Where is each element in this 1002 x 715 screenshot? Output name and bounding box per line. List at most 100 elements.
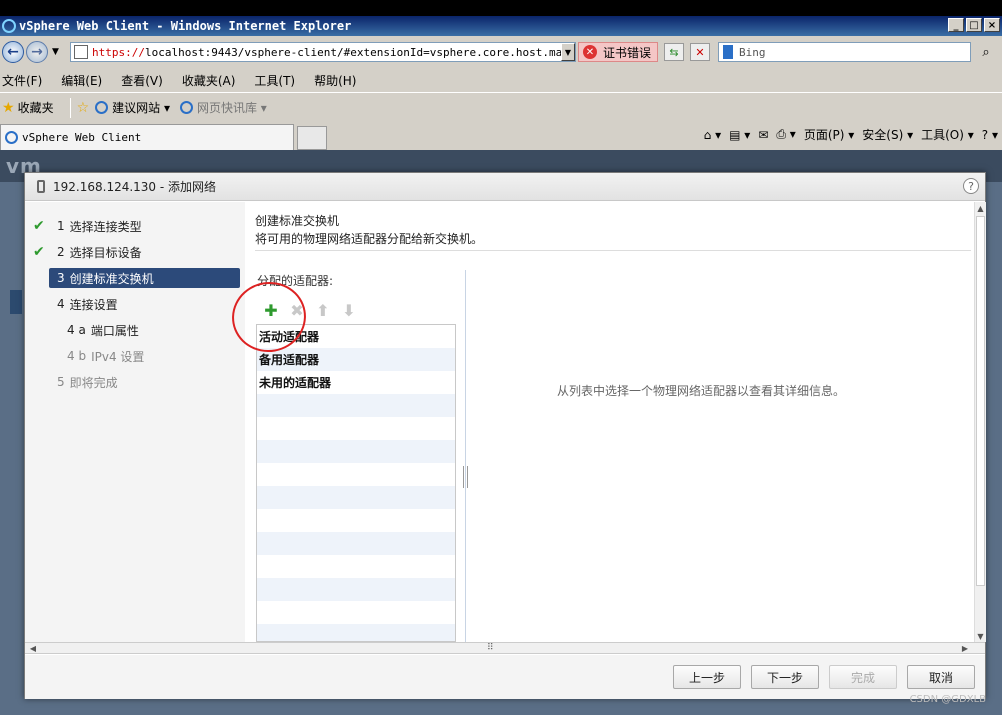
dialog-title: 192.168.124.130 - 添加网络 — [53, 180, 217, 194]
safety-menu[interactable]: 安全(S) ▾ — [862, 126, 913, 143]
check-icon: ✔ — [33, 244, 45, 260]
navigation-bar: ← → ▼ https:// localhost:9443/vsphere-cl… — [0, 36, 1002, 68]
list-item — [257, 532, 455, 555]
suggested-sites-link[interactable]: 建议网站 ▾ — [95, 99, 170, 116]
star-icon: ★ — [2, 99, 15, 116]
step-select-connection-type[interactable]: ✔ 1 选择连接类型 — [33, 216, 142, 236]
ie-logo-icon — [2, 19, 16, 33]
search-input[interactable]: Bing — [718, 42, 971, 62]
address-dropdown-icon[interactable]: ▼ — [561, 43, 575, 61]
list-item — [257, 578, 455, 601]
add-favorite-icon[interactable]: ☆ — [77, 100, 90, 116]
menu-file[interactable]: 文件(F) — [2, 72, 42, 89]
web-slice-gallery-link[interactable]: 网页快讯库 ▾ — [179, 99, 267, 116]
step-port-properties[interactable]: 4 a 端口属性 — [67, 320, 139, 340]
mail-icon[interactable]: ✉ — [758, 128, 768, 142]
menu-help[interactable]: 帮助(H) — [314, 72, 356, 89]
step-connection-settings[interactable]: 4 连接设置 — [57, 294, 118, 314]
move-up-icon[interactable]: ⬆ — [315, 301, 331, 320]
move-down-icon[interactable]: ⬇ — [341, 301, 357, 320]
scroll-right-icon[interactable]: ▶ — [959, 643, 971, 653]
dialog-header: 192.168.124.130 - 添加网络 ? — [25, 173, 985, 201]
scroll-thumb[interactable] — [976, 216, 985, 586]
web-slice-gallery-label: 网页快讯库 ▾ — [196, 101, 267, 115]
feeds-icon[interactable]: ▤ ▾ — [729, 128, 750, 142]
forward-icon[interactable]: → — [26, 41, 48, 63]
error-icon: ✕ — [583, 45, 597, 59]
resize-handle[interactable] — [463, 466, 468, 488]
vertical-scrollbar[interactable]: ▲ ▼ — [974, 202, 986, 642]
tools-menu[interactable]: 工具(O) ▾ — [921, 126, 974, 143]
command-bar: ⌂ ▾ ▤ ▾ ✉ ⎙ ▾ 页面(P) ▾ 安全(S) ▾ 工具(O) ▾ ? … — [696, 126, 1002, 143]
tab-vsphere[interactable]: vSphere Web Client — [0, 124, 294, 150]
dialog-footer: 上一步 下一步 完成 取消 — [25, 655, 985, 699]
window-titlebar: vSphere Web Client - Windows Internet Ex… — [0, 16, 1002, 36]
address-bar[interactable]: https:// localhost:9443/vsphere-client/#… — [70, 42, 576, 62]
minimize-button[interactable]: _ — [948, 18, 964, 32]
adapter-list[interactable]: 活动适配器 备用适配器 未用的适配器 — [256, 324, 456, 642]
horizontal-scrollbar[interactable]: ◀ ⠿ ▶ — [25, 642, 985, 654]
favorites-label: 收藏夹 — [17, 101, 54, 115]
host-icon — [37, 180, 45, 193]
search-icon[interactable]: ⌕ — [976, 43, 996, 61]
step-create-standard-switch[interactable]: 3 创建标准交换机 — [49, 268, 240, 288]
list-item-standby-adapters[interactable]: 备用适配器 — [257, 348, 455, 371]
finish-button: 完成 — [829, 665, 897, 689]
favorites-button[interactable]: ★ 收藏夹 — [2, 99, 54, 116]
scroll-up-icon[interactable]: ▲ — [975, 202, 986, 214]
stop-icon[interactable]: ✕ — [690, 43, 710, 61]
scroll-left-icon[interactable]: ◀ — [27, 643, 39, 653]
certificate-error-button[interactable]: ✕ 证书错误 — [578, 42, 658, 62]
next-button[interactable]: 下一步 — [751, 665, 819, 689]
menu-favorites[interactable]: 收藏夹(A) — [182, 72, 236, 89]
list-item — [257, 509, 455, 532]
menu-tools[interactable]: 工具(T) — [254, 72, 295, 89]
content-header: 创建标准交换机 将可用的物理网络适配器分配给新交换机。 — [255, 212, 483, 248]
panel-divider — [465, 270, 466, 642]
favorites-bar: ★ 收藏夹 ☆ 建议网站 ▾ 网页快讯库 ▾ — [0, 92, 1002, 122]
wizard-steps: ✔ 1 选择连接类型 ✔ 2 选择目标设备 3 创建标准交换机 4 连接设置 4… — [25, 202, 245, 642]
maximize-button[interactable]: □ — [966, 18, 982, 32]
check-icon: ✔ — [33, 218, 45, 234]
menu-edit[interactable]: 编辑(E) — [61, 72, 102, 89]
list-item — [257, 440, 455, 463]
scroll-grip-icon[interactable]: ⠿ — [487, 643, 494, 653]
ie-page-icon — [179, 101, 193, 114]
print-icon[interactable]: ⎙ ▾ — [776, 127, 795, 142]
help-menu-icon[interactable]: ? ▾ — [982, 128, 998, 142]
back-button[interactable]: 上一步 — [673, 665, 741, 689]
step-select-target-device[interactable]: ✔ 2 选择目标设备 — [33, 242, 142, 262]
help-icon[interactable]: ? — [963, 178, 979, 194]
tab-label: vSphere Web Client — [22, 131, 142, 144]
history-dropdown-icon[interactable]: ▼ — [52, 47, 59, 57]
separator — [69, 97, 71, 118]
back-icon[interactable]: ← — [2, 41, 24, 63]
list-item — [257, 486, 455, 509]
adapter-detail-placeholder: 从列表中选择一个物理网络适配器以查看其详细信息。 — [557, 384, 846, 398]
close-button[interactable]: × — [984, 18, 1000, 32]
new-tab-button[interactable] — [297, 126, 327, 150]
suggested-sites-label: 建议网站 ▾ — [112, 101, 170, 115]
url-scheme: https:// — [92, 45, 145, 59]
url-text: localhost:9443/vsphere-client/#extension… — [144, 45, 576, 59]
add-network-dialog: 192.168.124.130 - 添加网络 ? ✔ 1 选择连接类型 ✔ 2 … — [24, 172, 986, 699]
content-description: 将可用的物理网络适配器分配给新交换机。 — [255, 232, 484, 246]
page-icon — [74, 45, 88, 59]
menu-view[interactable]: 查看(V) — [121, 72, 163, 89]
certificate-error-label: 证书错误 — [603, 45, 652, 60]
tab-bar: vSphere Web Client ⌂ ▾ ▤ ▾ ✉ ⎙ ▾ 页面(P) ▾… — [0, 122, 1002, 150]
list-item — [257, 624, 455, 641]
scroll-down-icon[interactable]: ▼ — [975, 630, 986, 642]
content-title: 创建标准交换机 — [255, 214, 340, 228]
list-item — [257, 394, 455, 417]
bing-icon — [723, 45, 733, 59]
refresh-icon[interactable]: ⇆ — [664, 43, 684, 61]
watermark: CSDN @GDXLB — [909, 694, 986, 705]
home-icon[interactable]: ⌂ ▾ — [704, 128, 721, 142]
cancel-button[interactable]: 取消 — [907, 665, 975, 689]
list-item-unused-adapters[interactable]: 未用的适配器 — [257, 371, 455, 394]
window-title: vSphere Web Client - Windows Internet Ex… — [19, 19, 352, 33]
page-menu[interactable]: 页面(P) ▾ — [804, 126, 854, 143]
list-item — [257, 601, 455, 624]
window-controls: _ □ × — [948, 18, 1000, 32]
